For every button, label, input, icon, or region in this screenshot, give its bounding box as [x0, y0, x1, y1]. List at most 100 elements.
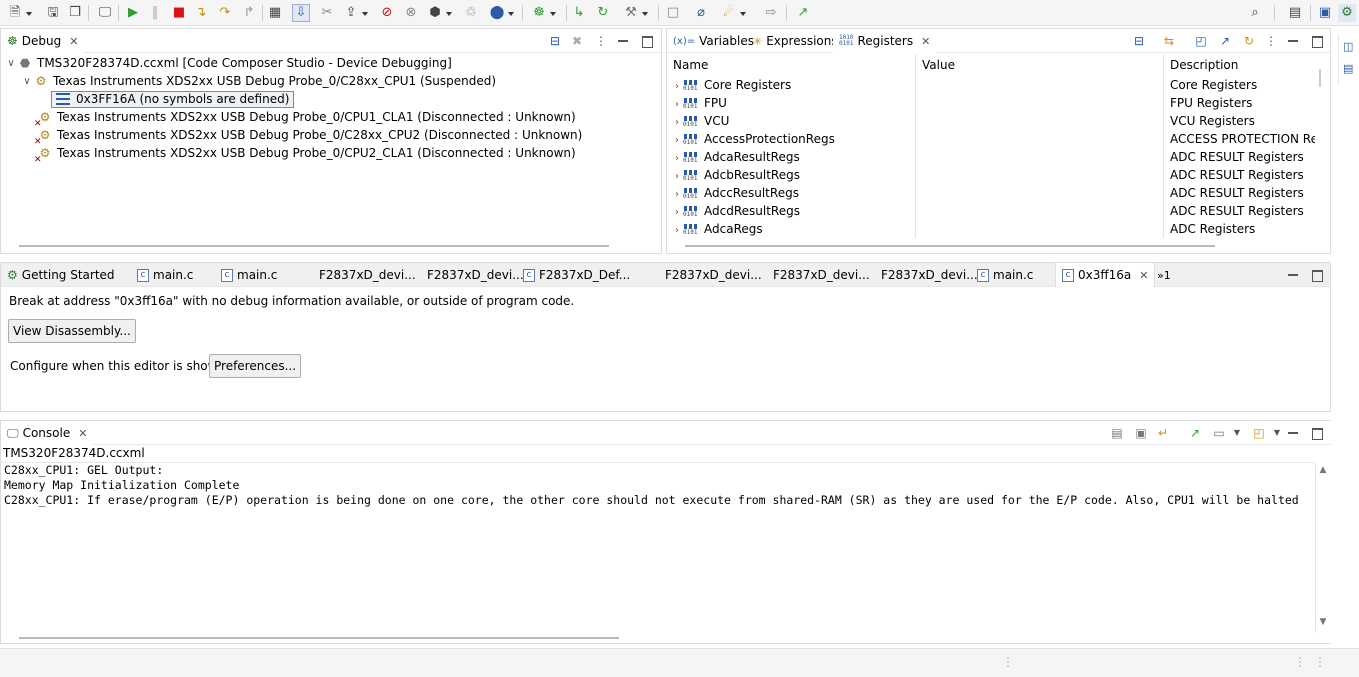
preferences-button[interactable]: Preferences... — [209, 354, 302, 378]
close-icon[interactable]: ✕ — [921, 35, 930, 48]
disable-breakpoint-icon[interactable]: ⊗ — [402, 4, 420, 22]
tab-debug[interactable]: ☸ Debug ✕ — [1, 29, 85, 53]
editor-tab[interactable]: F2837xD_devi... — [407, 263, 530, 287]
editor-tab[interactable]: F2837xD_devi... — [645, 263, 768, 287]
step-return-icon[interactable]: ↱ — [240, 4, 258, 22]
register-name-cell[interactable]: › AccessProtectionRegs — [667, 130, 916, 148]
chevron-right-icon[interactable]: › — [675, 135, 679, 146]
editor-tab[interactable]: F2837xD_devi... — [861, 263, 984, 287]
maximize-icon[interactable] — [1309, 425, 1325, 441]
auto-update-icon[interactable]: ↻ — [1241, 33, 1257, 49]
resume-icon[interactable]: ▶ — [124, 4, 142, 22]
export-icon[interactable]: ↗ — [1217, 33, 1233, 49]
scroll-down-icon[interactable]: ▼ — [1318, 617, 1328, 627]
terminate-icon[interactable]: ■ — [170, 4, 188, 22]
collapse-all-icon[interactable]: ⊟ — [547, 33, 563, 49]
editor-tab[interactable]: c 0x3ff16a ✕ — [1055, 263, 1156, 287]
table-row[interactable]: › AdcbResultRegs ADC RESULT Registers — [667, 166, 1315, 184]
tree-root[interactable]: ∨ ⬣ TMS320F28374D.ccxml [Code Composer S… — [5, 54, 451, 72]
debug-bug-icon[interactable]: ☸ — [530, 4, 556, 22]
layout-icon[interactable]: ⊟ — [1131, 33, 1147, 49]
scroll-up-icon[interactable]: ▲ — [1318, 465, 1328, 475]
horizontal-scrollbar[interactable] — [19, 637, 619, 639]
save-icon[interactable]: 🖫 — [44, 4, 62, 22]
search-icon[interactable]: ⌕ — [1246, 4, 1264, 22]
horizontal-scrollbar[interactable] — [685, 245, 1215, 247]
column-value[interactable]: Value — [916, 54, 1164, 76]
display-console-icon[interactable]: ▭ — [1211, 425, 1227, 441]
step-into-icon[interactable]: ↴ — [192, 4, 210, 22]
table-row[interactable]: › AccessProtectionRegs ACCESS PROTECTION R… — [667, 130, 1315, 148]
tree-cla2[interactable]: ⚙ Texas Instruments XDS2xx USB Debug Pro… — [34, 144, 576, 165]
connect-icon[interactable]: ✂ — [318, 4, 336, 22]
step-over-icon[interactable]: ↷ — [216, 4, 234, 22]
clear-console-icon[interactable]: ▤ — [1109, 425, 1125, 441]
open-perspective-icon[interactable]: ↗ — [794, 4, 812, 22]
register-name-cell[interactable]: › FPU — [667, 94, 916, 112]
tree-stack-frame[interactable]: 0x3FF16A (no symbols are defined) — [51, 90, 295, 108]
build-hammer-icon[interactable]: ⚒ — [622, 4, 648, 22]
tab-expressions[interactable]: ✳ Expressions — [747, 29, 844, 53]
table-row[interactable]: › AdccResultRegs ADC RESULT Registers — [667, 184, 1315, 202]
load-program-icon[interactable]: ⇪ — [342, 4, 368, 22]
tab-variables[interactable]: (x)= Variables — [667, 29, 760, 53]
chevron-down-icon[interactable]: ▼ — [1229, 425, 1245, 441]
forward-icon[interactable]: ⇨ — [762, 4, 780, 22]
save-all-icon[interactable]: ❐ — [66, 4, 84, 22]
debug-view-icon[interactable]: 🖵 — [96, 4, 114, 22]
minimize-icon[interactable] — [615, 33, 631, 49]
register-value-cell[interactable] — [916, 76, 1164, 94]
tab-console[interactable]: 🖵 Console ✕ — [1, 421, 94, 445]
open-console-icon[interactable]: ◰ — [1251, 425, 1267, 441]
stack-frame-selected[interactable]: 0x3FF16A (no symbols are defined) — [51, 90, 295, 108]
chevron-down-icon[interactable]: ∨ — [5, 58, 17, 69]
chevron-right-icon[interactable]: › — [675, 189, 679, 200]
restart-icon[interactable]: ⬢ — [426, 4, 452, 22]
register-name-cell[interactable]: › AdccResultRegs — [667, 184, 916, 202]
perspective-icon[interactable]: ▤ — [1286, 4, 1304, 22]
editor-tab[interactable]: F2837xD_devi... — [299, 263, 422, 287]
no-op-icon[interactable]: ⌀ — [692, 4, 710, 22]
register-value-cell[interactable] — [916, 94, 1164, 112]
tab-overflow[interactable]: »1 — [1151, 263, 1177, 287]
table-row[interactable]: › AdcaResultRegs ADC RESULT Registers — [667, 148, 1315, 166]
minimize-icon[interactable] — [1285, 267, 1301, 283]
register-name-cell[interactable]: › Core Registers — [667, 76, 916, 94]
register-name-cell[interactable]: › VCU — [667, 112, 916, 130]
suspend-icon[interactable]: ‖ — [146, 4, 164, 22]
chevron-right-icon[interactable]: › — [675, 153, 679, 164]
vertical-scrollbar[interactable] — [1319, 69, 1321, 87]
chevron-right-icon[interactable]: › — [675, 207, 679, 218]
column-description[interactable]: Description — [1164, 54, 1315, 76]
maximize-icon[interactable] — [639, 33, 655, 49]
close-icon[interactable]: ✕ — [1139, 269, 1148, 282]
register-value-cell[interactable] — [916, 130, 1164, 148]
chevron-right-icon[interactable]: › — [675, 171, 679, 182]
close-icon[interactable]: ✕ — [69, 35, 78, 48]
ccs-edit-perspective-icon[interactable]: ▣ — [1316, 4, 1334, 22]
table-row[interactable]: › AdcaRegs ADC Registers — [667, 220, 1315, 238]
window-icon[interactable]: □ — [664, 4, 682, 22]
view-menu-icon[interactable]: ⋮ — [1263, 33, 1279, 49]
console-output[interactable]: C28xx_CPU1: GEL Output: Memory Map Initi… — [4, 463, 1312, 633]
vertical-scrollbar-track[interactable] — [1315, 463, 1316, 633]
minimize-icon[interactable] — [1285, 33, 1301, 49]
editor-tab[interactable]: c F2837xD_Def... — [517, 263, 636, 287]
editor-tab[interactable]: c main.c — [215, 263, 283, 287]
run-to-line-icon[interactable]: ↳ — [570, 4, 588, 22]
register-value-cell[interactable] — [916, 220, 1164, 238]
register-value-cell[interactable] — [916, 148, 1164, 166]
table-row[interactable]: › AdcdResultRegs ADC RESULT Registers — [667, 202, 1315, 220]
chevron-down-icon[interactable]: ∨ — [21, 76, 33, 87]
scroll-lock-icon[interactable]: ▣ — [1133, 425, 1149, 441]
register-name-cell[interactable]: › AdcaResultRegs — [667, 148, 916, 166]
remove-all-terminated-icon[interactable]: ✖ — [569, 33, 585, 49]
register-value-cell[interactable] — [916, 202, 1164, 220]
register-value-cell[interactable] — [916, 112, 1164, 130]
editor-tab[interactable]: F2837xD_devi... — [753, 263, 876, 287]
register-name-cell[interactable]: › AdcbResultRegs — [667, 166, 916, 184]
word-wrap-icon[interactable]: ↵ — [1155, 425, 1171, 441]
table-row[interactable]: › VCU VCU Registers — [667, 112, 1315, 130]
flash-icon[interactable]: ☄ — [720, 4, 746, 22]
new-group-icon[interactable]: ◰ — [1193, 33, 1209, 49]
